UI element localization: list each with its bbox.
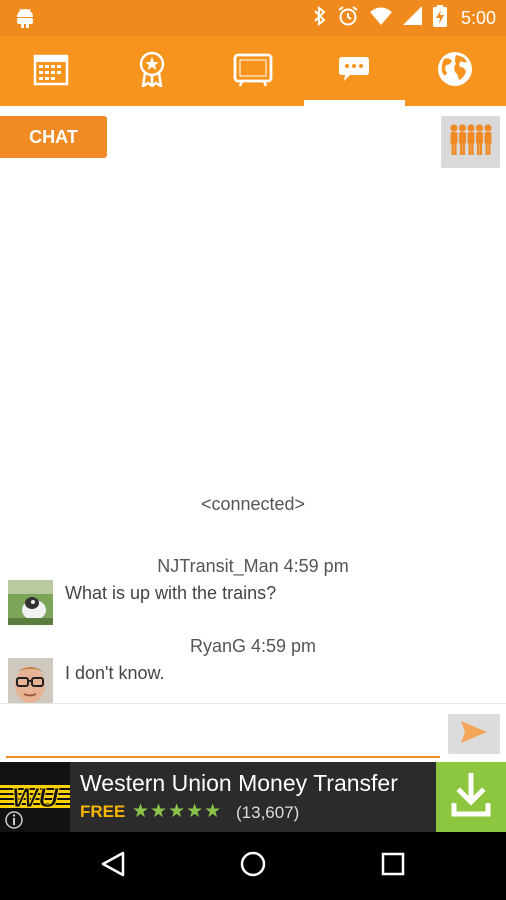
ad-price: FREE bbox=[80, 802, 126, 821]
award-icon bbox=[137, 51, 167, 92]
ad-logo-text: WU bbox=[12, 782, 59, 813]
tab-calendar[interactable] bbox=[0, 36, 101, 106]
download-button[interactable] bbox=[436, 762, 506, 832]
tab-awards[interactable] bbox=[101, 36, 202, 106]
status-bar: 5:00 bbox=[0, 0, 506, 36]
tv-icon bbox=[233, 51, 273, 92]
ad-banner[interactable]: WU Western Union Money Transfer FREE ★★★… bbox=[0, 762, 506, 832]
chat-messages[interactable]: <connected> NJTransit_Man 4:59 pm What i… bbox=[0, 170, 506, 703]
home-circle-icon bbox=[239, 850, 267, 883]
battery-charging-icon bbox=[432, 4, 447, 32]
message-header: NJTransit_Man 4:59 pm bbox=[157, 556, 349, 576]
status-time: 5:00 bbox=[460, 7, 496, 28]
wifi-icon bbox=[369, 6, 393, 31]
avatar[interactable] bbox=[8, 658, 53, 703]
recents-square-icon bbox=[380, 851, 406, 882]
message-input[interactable] bbox=[6, 718, 440, 758]
signal-icon bbox=[402, 5, 423, 31]
tab-tv[interactable] bbox=[202, 36, 303, 106]
send-icon bbox=[460, 720, 488, 749]
android-icon bbox=[14, 6, 36, 35]
avatar[interactable] bbox=[8, 580, 53, 625]
rating-stars: ★★★★★ bbox=[132, 801, 223, 822]
back-button[interactable] bbox=[73, 832, 153, 900]
tab-globe[interactable] bbox=[405, 36, 506, 106]
message-header: RyanG 4:59 pm bbox=[189, 636, 317, 656]
ad-title: Western Union Money Transfer bbox=[80, 770, 398, 796]
chat-bubble-icon bbox=[338, 56, 370, 87]
back-triangle-icon bbox=[100, 850, 126, 883]
navigation-bar bbox=[0, 832, 506, 900]
message-text: I don't know. bbox=[65, 663, 165, 683]
chat-tab-button[interactable]: CHAT bbox=[0, 116, 107, 158]
download-icon bbox=[451, 772, 491, 822]
recents-button[interactable] bbox=[353, 832, 433, 900]
people-group-icon bbox=[449, 122, 493, 163]
users-button[interactable] bbox=[441, 116, 500, 168]
home-button[interactable] bbox=[213, 832, 293, 900]
tab-bar bbox=[0, 36, 506, 106]
send-button[interactable] bbox=[448, 714, 500, 754]
bluetooth-icon bbox=[313, 5, 327, 31]
globe-icon bbox=[436, 50, 474, 93]
message-compose-bar bbox=[0, 703, 506, 762]
connection-status: <connected> bbox=[200, 494, 306, 514]
review-count: (13,607) bbox=[236, 803, 300, 822]
tab-chat[interactable] bbox=[303, 36, 406, 106]
alarm-icon bbox=[337, 5, 359, 32]
calendar-icon bbox=[33, 52, 69, 91]
message-text: What is up with the trains? bbox=[65, 583, 277, 603]
